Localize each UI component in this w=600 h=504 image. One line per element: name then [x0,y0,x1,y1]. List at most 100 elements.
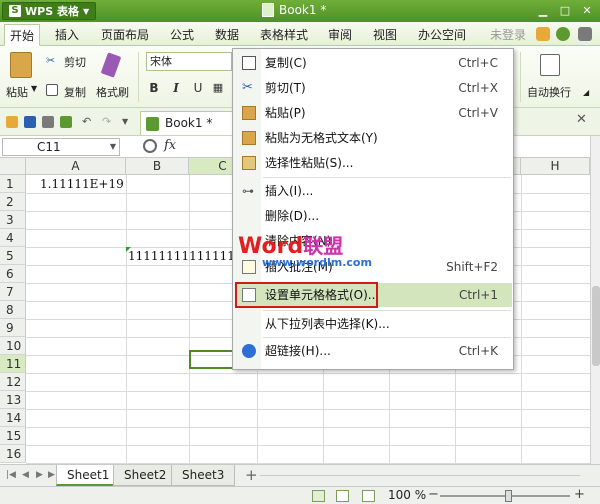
window-title: Book1 * [262,3,326,17]
paste-special-icon [242,156,256,170]
row-header-selected[interactable]: 11 [0,355,26,373]
underline-icon[interactable]: U [190,80,206,96]
row-header[interactable]: 13 [0,391,26,409]
scrollbar-thumb[interactable] [592,286,600,366]
next-sheet-icon[interactable]: ▶ [36,470,43,480]
prev-sheet-icon[interactable]: ◀ [22,470,29,480]
menu-item-delete[interactable]: 删除(D)... [235,204,512,228]
first-sheet-icon[interactable]: |◀ [6,470,16,480]
paste-button[interactable]: 粘贴 [6,84,28,100]
row-header[interactable]: 5 [0,247,26,265]
undo-icon[interactable]: ↶ [82,116,94,128]
horizontal-scrollbar[interactable] [260,475,580,476]
row-header[interactable]: 14 [0,409,26,427]
row-header[interactable]: 12 [0,373,26,391]
row-header[interactable]: 1 [0,175,26,193]
sheet-tab-sheet3[interactable]: Sheet3 [171,465,236,486]
zoom-lens-icon[interactable] [143,139,157,153]
page-layout-view-icon[interactable] [336,490,349,502]
redo-icon[interactable]: ↷ [102,116,114,128]
row-header[interactable]: 15 [0,427,26,445]
tab-view[interactable]: 视图 [373,26,397,43]
menu-item-paste-special[interactable]: 选择性粘贴(S)... [235,151,512,175]
print-preview-icon[interactable] [60,116,72,128]
menu-item-label: 删除(D)... [265,209,320,223]
wps-menu-icon[interactable] [6,116,18,128]
grid-line [26,391,590,392]
paste-large-icon[interactable] [10,52,32,78]
row-header[interactable]: 10 [0,337,26,355]
maximize-icon[interactable]: □ [554,2,576,20]
tab-review[interactable]: 审阅 [328,26,352,43]
zoom-out-button[interactable]: − [428,487,439,502]
row-header[interactable]: 2 [0,193,26,211]
menu-item-paste[interactable]: 粘贴(P) Ctrl+V [235,101,512,125]
app-menu-button[interactable]: S WPS 表格 ▼ [2,2,97,20]
tab-formulas[interactable]: 公式 [170,26,194,43]
add-sheet-button[interactable]: + [245,466,258,484]
row-header[interactable]: 3 [0,211,26,229]
column-header-a[interactable]: A [26,158,126,175]
function-icon[interactable]: fx [164,138,176,153]
zoom-in-button[interactable]: + [574,487,585,502]
paste-dropdown-icon[interactable]: ▼ [31,84,37,93]
name-box[interactable]: C11 ▼ [2,138,120,156]
menu-item-insert[interactable]: ⊶ 插入(I)... [235,179,512,203]
copy-button[interactable]: 复制 [64,84,86,100]
menu-item-paste-as-text[interactable]: 粘贴为无格式文本(Y) [235,126,512,150]
sheet-tab-sheet2[interactable]: Sheet2 [113,465,178,486]
select-all-corner[interactable] [0,158,26,175]
format-painter-icon[interactable] [100,52,122,78]
tab-insert[interactable]: 插入 [55,26,79,43]
menu-item-hyperlink[interactable]: 超链接(H)... Ctrl+K [235,339,512,363]
format-painter-button[interactable]: 格式刷 [96,84,129,100]
close-document-icon[interactable]: ✕ [576,113,588,126]
menu-item-copy[interactable]: 复制(C) Ctrl+C [235,51,512,75]
cut-button[interactable]: 剪切 [64,54,86,70]
row-header[interactable]: 16 [0,445,26,463]
italic-button[interactable]: I [168,80,184,96]
wrap-text-button[interactable]: 自动换行 [527,84,571,100]
customize-toolbar-icon[interactable]: ▼ [122,116,134,128]
close-icon[interactable]: ✕ [576,2,598,20]
page-break-view-icon[interactable] [362,490,375,502]
tab-data[interactable]: 数据 [215,26,239,43]
normal-view-icon[interactable] [312,490,325,502]
cell-a1[interactable]: 1.11111E+19 [40,177,124,191]
skin-icon[interactable] [536,27,550,41]
column-header-h[interactable]: H [521,158,590,175]
save-icon[interactable] [24,116,36,128]
menu-item-pick-from-list[interactable]: 从下拉列表中选择(K)... [235,312,512,336]
vertical-scrollbar[interactable] [590,136,600,464]
print-icon[interactable] [42,116,54,128]
zoom-slider-knob[interactable] [505,490,512,502]
login-link[interactable]: 未登录 [490,26,526,43]
tab-page-layout[interactable]: 页面布局 [101,26,149,43]
tab-office-space[interactable]: 办公空间 [418,26,466,43]
copy-icon[interactable] [46,84,58,96]
sheet-tab-sheet1[interactable]: Sheet1 [56,465,121,486]
paste-text-icon [242,131,256,145]
bold-button[interactable]: B [146,80,162,96]
row-header[interactable]: 4 [0,229,26,247]
tab-table-style[interactable]: 表格样式 [260,26,308,43]
minimize-icon[interactable]: ▁ [532,2,554,20]
zoom-slider[interactable] [440,490,570,502]
wrap-text-icon[interactable] [540,54,560,76]
ribbon-expand-icon[interactable]: ◢ [583,88,589,97]
column-header-b[interactable]: B [126,158,189,175]
scissors-icon[interactable]: ✂ [46,54,55,67]
row-header[interactable]: 6 [0,265,26,283]
document-tab[interactable]: Book1 * [140,111,234,135]
border-icon[interactable]: ▦ [210,80,226,96]
menu-item-cut[interactable]: ✂ 剪切(T) Ctrl+X [235,76,512,100]
row-header[interactable]: 8 [0,301,26,319]
chevron-down-icon[interactable]: ▼ [110,139,116,155]
tab-home[interactable]: 开始 [4,24,41,46]
row-header[interactable]: 7 [0,283,26,301]
collapse-ribbon-icon[interactable] [578,27,592,41]
font-name-select[interactable]: 宋体 [146,52,232,71]
row-header[interactable]: 9 [0,319,26,337]
status-bar: 100 % − + [0,486,600,504]
help-icon[interactable] [556,27,570,41]
